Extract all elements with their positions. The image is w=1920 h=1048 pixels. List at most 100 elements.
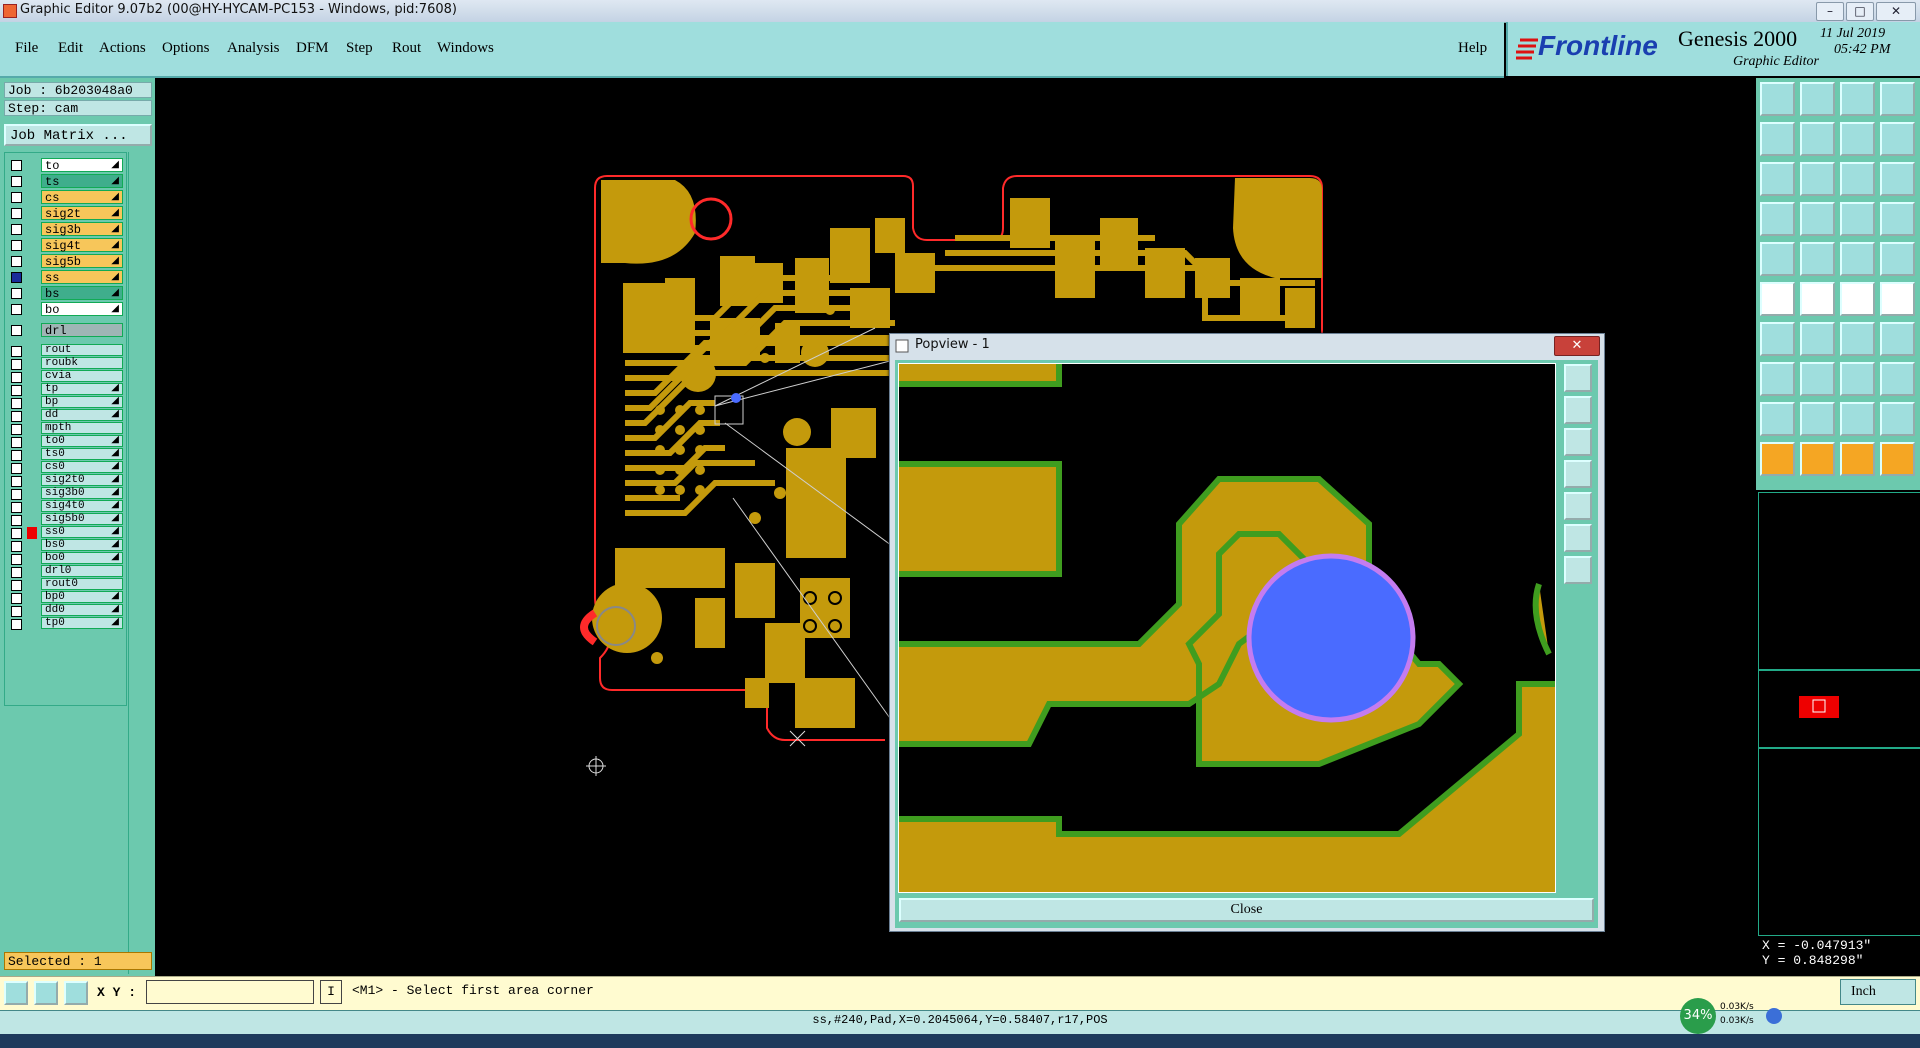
tool-flip-button[interactable]: [1840, 122, 1875, 156]
tool-triangle-button[interactable]: [1760, 402, 1795, 436]
grid-tool-button[interactable]: [64, 981, 88, 1005]
layer-row-sig5b[interactable]: sig5b ◢: [5, 253, 126, 269]
overview-panel[interactable]: [1758, 670, 1920, 748]
tool-pointer-button[interactable]: [1760, 442, 1795, 476]
tool-layout-button[interactable]: [1880, 82, 1915, 116]
layer-row-ss[interactable]: ss ◢: [5, 269, 126, 285]
layer-list-scrollbar[interactable]: [128, 152, 153, 974]
layer-checkbox[interactable]: [11, 325, 22, 336]
layer-checkbox[interactable]: [11, 176, 22, 187]
tool-prev-button[interactable]: [1760, 122, 1795, 156]
layer-checkbox[interactable]: [11, 619, 22, 630]
tool-cross-button[interactable]: [1800, 282, 1835, 316]
popview-canvas[interactable]: [898, 363, 1556, 893]
layer-checkbox[interactable]: [11, 224, 22, 235]
snap-tool-button[interactable]: [4, 981, 28, 1005]
menu-edit[interactable]: Edit: [58, 40, 83, 57]
tool-slash-button[interactable]: [1800, 322, 1835, 356]
tool-grid-button[interactable]: [1800, 202, 1835, 236]
layer-checkbox[interactable]: [11, 192, 22, 203]
menu-options[interactable]: Options: [162, 40, 210, 57]
tool-arc-button[interactable]: [1840, 322, 1875, 356]
tool-ruler-button[interactable]: [1840, 242, 1875, 276]
popview-close-x-button[interactable]: ✕: [1554, 336, 1600, 356]
tool-settings-button[interactable]: [1840, 202, 1875, 236]
speed-plus-icon[interactable]: [1766, 1008, 1782, 1024]
layer-row-sig3b[interactable]: sig3b ◢: [5, 221, 126, 237]
menu-dfm[interactable]: DFM: [296, 40, 329, 57]
layer-name[interactable]: sig2t ◢: [41, 206, 123, 221]
layer-name[interactable]: bo0 ◢: [41, 552, 123, 564]
menu-step[interactable]: Step: [346, 40, 373, 57]
tool-open-button[interactable]: [1760, 82, 1795, 116]
tool-connect-button[interactable]: [1840, 282, 1875, 316]
tool-home-button[interactable]: [1840, 82, 1875, 116]
layer-name[interactable]: to ◢: [41, 158, 123, 173]
popview-tool-1-button[interactable]: [1564, 364, 1592, 392]
layer-row-cs[interactable]: cs ◢: [5, 189, 126, 205]
menu-help[interactable]: Help: [1458, 40, 1487, 57]
layer-name[interactable]: ts ◢: [41, 174, 123, 189]
layer-checkbox[interactable]: [11, 288, 22, 299]
menu-analysis[interactable]: Analysis: [227, 40, 280, 57]
layer-name[interactable]: ss0 ◢: [41, 526, 123, 538]
layer-row-bo[interactable]: bo ◢: [5, 301, 126, 317]
tool-fit-button[interactable]: [1760, 162, 1795, 196]
tool-arch-button[interactable]: [1840, 402, 1875, 436]
text-cursor-icon[interactable]: I: [320, 980, 342, 1004]
tool-sym-button[interactable]: [1840, 362, 1875, 396]
tool-shape-button[interactable]: [1760, 362, 1795, 396]
layer-name[interactable]: sig5b ◢: [41, 254, 123, 269]
popview-close-button[interactable]: Close: [899, 898, 1594, 922]
layer-name[interactable]: bs0 ◢: [41, 539, 123, 551]
layer-checkbox[interactable]: [11, 304, 22, 315]
layer-name[interactable]: drl: [41, 323, 123, 338]
layer-name[interactable]: cs ◢: [41, 190, 123, 205]
layer-name[interactable]: cvia: [41, 370, 123, 382]
tool-one-to-one-button[interactable]: [1840, 162, 1875, 196]
tool-dash-button[interactable]: [1800, 362, 1835, 396]
layer-name[interactable]: tp0 ◢: [41, 617, 123, 629]
maximize-button[interactable]: □: [1846, 2, 1874, 21]
tool-group-button[interactable]: [1880, 362, 1915, 396]
layer-name[interactable]: bo ◢: [41, 302, 123, 317]
layer-name[interactable]: dd0 ◢: [41, 604, 123, 616]
units-selector[interactable]: Inch: [1840, 979, 1916, 1005]
layer-name[interactable]: cs0 ◢: [41, 461, 123, 473]
layer-name[interactable]: rout0: [41, 578, 123, 590]
layer-name[interactable]: roubk: [41, 357, 123, 369]
layer-row-tp0[interactable]: tp0 ◢: [5, 616, 126, 632]
tool-dot-button[interactable]: [1880, 242, 1915, 276]
layer-name[interactable]: rout: [41, 344, 123, 356]
layer-row-drl[interactable]: drl: [5, 322, 126, 338]
layer-checkbox[interactable]: [11, 208, 22, 219]
menu-file[interactable]: File: [15, 40, 38, 57]
layer-name[interactable]: sig3b ◢: [41, 222, 123, 237]
tool-save-button[interactable]: [1800, 82, 1835, 116]
xy-input[interactable]: [146, 980, 314, 1004]
layer-name[interactable]: ts0 ◢: [41, 448, 123, 460]
layer-checkbox[interactable]: [11, 240, 22, 251]
layer-name[interactable]: to0 ◢: [41, 435, 123, 447]
close-window-button[interactable]: ✕: [1876, 2, 1916, 21]
tool-path-button[interactable]: [1880, 442, 1915, 476]
layer-name[interactable]: bp0 ◢: [41, 591, 123, 603]
layer-name[interactable]: bp ◢: [41, 396, 123, 408]
popview-tool-3-button[interactable]: [1564, 428, 1592, 456]
tool-levels-button[interactable]: [1880, 202, 1915, 236]
layer-row-to[interactable]: to ◢: [5, 157, 126, 173]
menu-rout[interactable]: Rout: [392, 40, 421, 57]
job-matrix-button[interactable]: Job Matrix ...: [4, 124, 152, 146]
layer-row-sig2t[interactable]: sig2t ◢: [5, 205, 126, 221]
layer-name[interactable]: dd ◢: [41, 409, 123, 421]
layer-row-ts[interactable]: ts ◢: [5, 173, 126, 189]
menu-actions[interactable]: Actions: [99, 40, 146, 57]
tool-center-button[interactable]: [1800, 162, 1835, 196]
layer-name[interactable]: ss ◢: [41, 270, 123, 285]
popview-tool-2-button[interactable]: [1564, 396, 1592, 424]
tool-line-button[interactable]: [1760, 322, 1795, 356]
menu-windows[interactable]: Windows: [437, 40, 494, 57]
tool-polygon-button[interactable]: [1800, 242, 1835, 276]
measure-tool-button[interactable]: [34, 981, 58, 1005]
layer-name[interactable]: mpth: [41, 422, 123, 434]
